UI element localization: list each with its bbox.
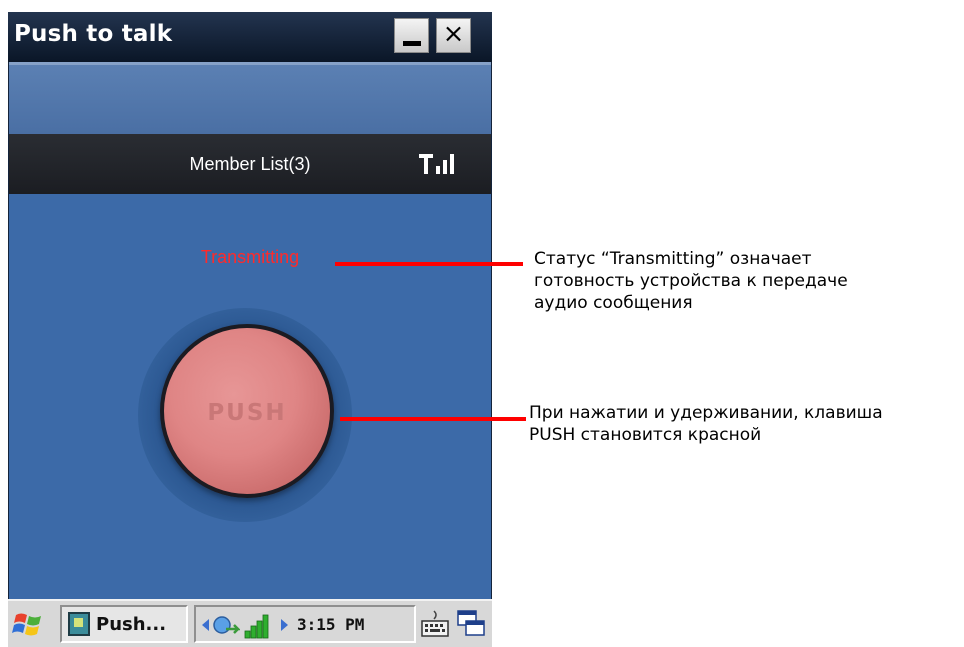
status-callout-line — [335, 262, 523, 266]
taskbar: Push... 3:15 PM — [8, 599, 492, 647]
app-body: Member List(3) Transmitting PUSH — [9, 62, 491, 599]
title-bar: Push to talk × — [8, 12, 492, 62]
member-list-bar[interactable]: Member List(3) — [9, 134, 491, 194]
signal-strength-icon — [419, 154, 454, 174]
app-icon — [68, 612, 90, 636]
clock[interactable]: 3:15 PM — [297, 615, 364, 634]
header-band — [9, 62, 491, 134]
window-title: Push to talk — [14, 21, 173, 47]
arrow-right-icon[interactable] — [280, 618, 290, 632]
windows-start-icon[interactable] — [12, 607, 46, 641]
minimize-icon — [403, 41, 421, 46]
push-button[interactable]: PUSH — [160, 324, 334, 498]
push-button-label: PUSH — [207, 400, 287, 426]
switch-window-icon[interactable] — [456, 609, 486, 639]
taskbar-task-push[interactable]: Push... — [60, 605, 188, 643]
status-callout-text: Статус “Transmitting” означает готовност… — [534, 249, 848, 313]
push-button-ring: PUSH — [138, 308, 352, 522]
signal-bars-icon[interactable] — [244, 613, 272, 639]
keyboard-icon[interactable] — [420, 609, 450, 639]
minimize-button[interactable] — [394, 18, 429, 53]
system-tray: 3:15 PM — [194, 605, 416, 643]
arrow-left-icon[interactable] — [200, 618, 210, 632]
push-callout-line — [340, 417, 526, 421]
close-button[interactable]: × — [436, 18, 471, 53]
push-callout-text: При нажатии и удерживании, клавиша PUSH … — [529, 403, 883, 445]
device-screen: Push to talk × Member List(3) Transmitti… — [8, 12, 492, 647]
network-icon[interactable] — [212, 613, 240, 637]
taskbar-task-label: Push... — [96, 614, 167, 635]
